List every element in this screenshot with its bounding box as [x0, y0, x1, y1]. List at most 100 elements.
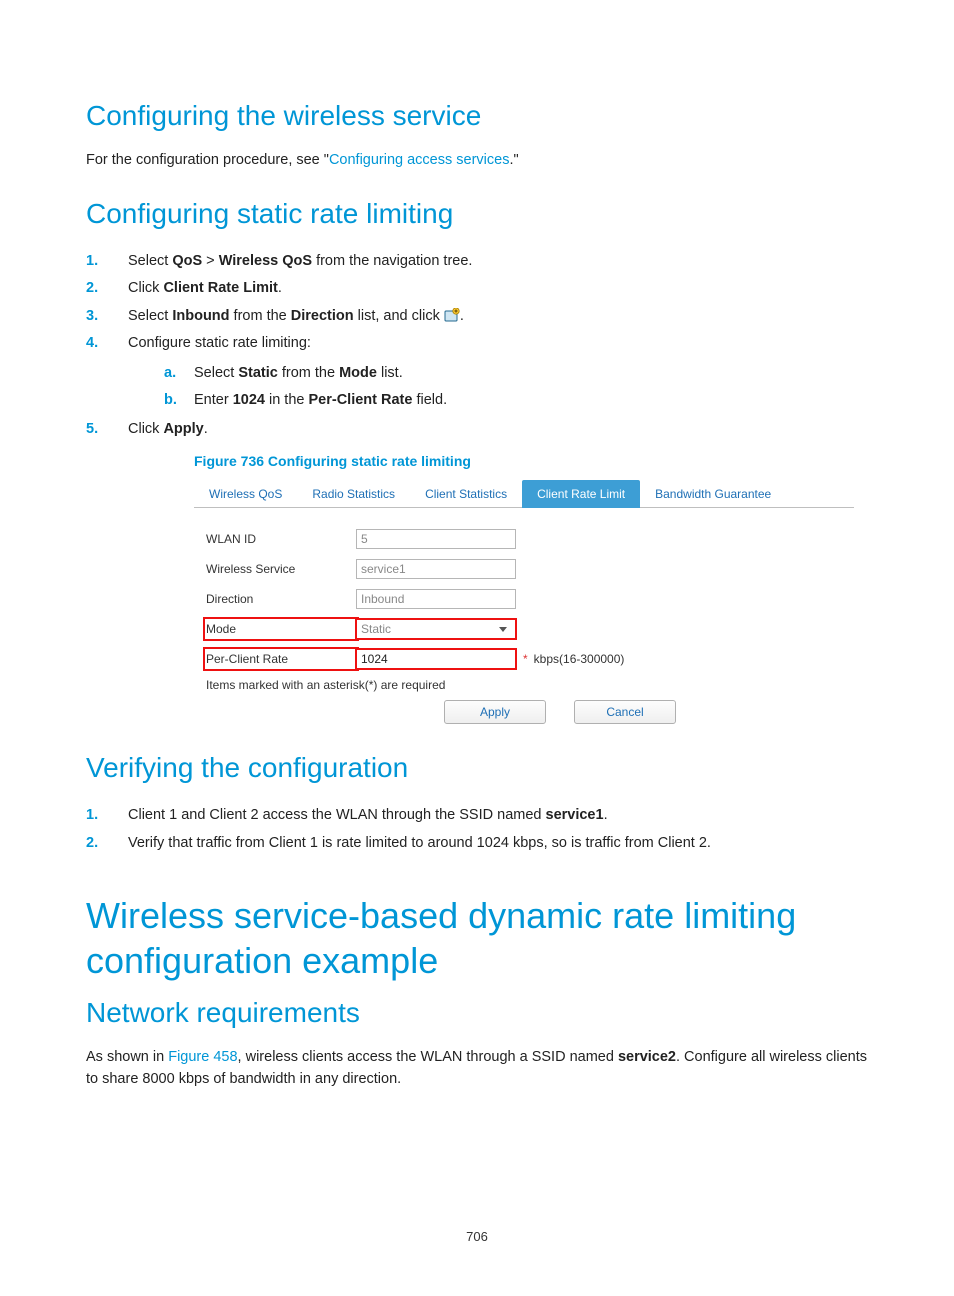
text: Select	[128, 308, 172, 324]
button-row: Apply Cancel	[444, 700, 854, 724]
link-figure-458[interactable]: Figure 458	[168, 1049, 237, 1065]
list-item: 1. Select QoS > Wireless QoS from the na…	[86, 248, 868, 276]
figure-caption: Figure 736 Configuring static rate limit…	[194, 453, 868, 469]
list-marker: 3.	[86, 303, 98, 331]
suffix-rate-range: kbps(16-300000)	[534, 652, 625, 666]
list-marker: 2.	[86, 275, 98, 303]
tab-radio-statistics[interactable]: Radio Statistics	[297, 480, 410, 508]
label-per-client-rate: Per-Client Rate	[206, 650, 356, 668]
text-bold: 1024	[233, 392, 265, 408]
list-marker: a.	[164, 360, 176, 387]
text: ."	[509, 152, 518, 168]
text: Verify that traffic from Client 1 is rat…	[128, 835, 711, 851]
row-wireless-service: Wireless Service	[206, 556, 854, 582]
figure-static-rate-limiting: Wireless QoS Radio Statistics Client Sta…	[194, 479, 854, 724]
list-marker: 4.	[86, 330, 98, 358]
text: list.	[377, 365, 403, 381]
ordered-list: 1. Select QoS > Wireless QoS from the na…	[86, 248, 868, 443]
label-wireless-service: Wireless Service	[206, 562, 356, 576]
text: in the	[265, 392, 309, 408]
chevron-down-icon	[499, 627, 507, 632]
text-bold: QoS	[172, 253, 202, 269]
tab-bandwidth-guarantee[interactable]: Bandwidth Guarantee	[640, 480, 786, 508]
select-mode-value: Static	[361, 622, 391, 636]
text-bold: Per-Client Rate	[308, 392, 412, 408]
input-wlan-id[interactable]	[356, 529, 516, 549]
text: list, and click	[354, 308, 444, 324]
label-wlan-id: WLAN ID	[206, 532, 356, 546]
text: field.	[412, 392, 447, 408]
list-item: 2. Click Client Rate Limit.	[86, 275, 868, 303]
text: .	[204, 421, 208, 437]
label-mode: Mode	[206, 620, 356, 638]
page-number: 706	[0, 1229, 954, 1244]
list-item: 4. Configure static rate limiting: a. Se…	[86, 330, 868, 413]
list-marker: 2.	[86, 830, 98, 858]
link-configuring-access-services[interactable]: Configuring access services	[329, 152, 510, 168]
text-bold: Client Rate Limit	[163, 280, 277, 296]
text: For the configuration procedure, see "	[86, 152, 329, 168]
list-marker: b.	[164, 387, 177, 414]
input-wireless-service[interactable]	[356, 559, 516, 579]
row-mode: Mode Static	[206, 616, 854, 642]
text: from the	[278, 365, 339, 381]
text-bold: service1	[546, 807, 604, 823]
note-required: Items marked with an asterisk(*) are req…	[206, 678, 854, 692]
text: >	[202, 253, 219, 269]
required-marker: *	[523, 652, 528, 666]
list-item: 5. Click Apply.	[86, 416, 868, 444]
row-per-client-rate: Per-Client Rate * kbps(16-300000)	[206, 646, 854, 672]
text: , wireless clients access the WLAN throu…	[238, 1049, 618, 1065]
label-direction: Direction	[206, 592, 356, 606]
text: from the	[230, 308, 291, 324]
tab-wireless-qos[interactable]: Wireless QoS	[194, 480, 297, 508]
tab-client-rate-limit[interactable]: Client Rate Limit	[522, 480, 640, 508]
text: Select	[128, 253, 172, 269]
list-item: b. Enter 1024 in the Per-Client Rate fie…	[164, 387, 868, 414]
list-item: 2. Verify that traffic from Client 1 is …	[86, 830, 868, 858]
cancel-button[interactable]: Cancel	[574, 700, 676, 724]
list-marker: 1.	[86, 248, 98, 276]
text: from the navigation tree.	[312, 253, 472, 269]
text: Enter	[194, 392, 233, 408]
input-per-client-rate[interactable]	[356, 649, 516, 669]
text-bold: Static	[238, 365, 278, 381]
text-bold: Apply	[163, 421, 203, 437]
heading-dynamic-rate-limiting-example: Wireless service-based dynamic rate limi…	[86, 893, 868, 983]
text: .	[278, 280, 282, 296]
heading-configuring-wireless-service: Configuring the wireless service	[86, 100, 868, 132]
add-icon	[444, 305, 460, 319]
list-marker: 5.	[86, 416, 98, 444]
ordered-sublist: a. Select Static from the Mode list. b. …	[164, 360, 868, 414]
list-item: a. Select Static from the Mode list.	[164, 360, 868, 387]
list-marker: 1.	[86, 802, 98, 830]
text: Select	[194, 365, 238, 381]
paragraph: As shown in Figure 458, wireless clients…	[86, 1047, 868, 1091]
text-bold: Mode	[339, 365, 377, 381]
heading-configuring-static-rate-limiting: Configuring static rate limiting	[86, 198, 868, 230]
text-bold: Wireless QoS	[219, 253, 312, 269]
input-direction[interactable]	[356, 589, 516, 609]
select-mode[interactable]: Static	[356, 619, 516, 639]
ordered-list: 1. Client 1 and Client 2 access the WLAN…	[86, 802, 868, 857]
list-item: 1. Client 1 and Client 2 access the WLAN…	[86, 802, 868, 830]
text: .	[460, 308, 464, 324]
form: WLAN ID Wireless Service Direction Mode …	[194, 508, 854, 672]
text: As shown in	[86, 1049, 168, 1065]
text-bold: service2	[618, 1049, 676, 1065]
text-bold: Inbound	[172, 308, 229, 324]
list-item: 3. Select Inbound from the Direction lis…	[86, 303, 868, 331]
heading-network-requirements: Network requirements	[86, 997, 868, 1029]
tab-client-statistics[interactable]: Client Statistics	[410, 480, 522, 508]
heading-verifying-configuration: Verifying the configuration	[86, 752, 868, 784]
paragraph: For the configuration procedure, see "Co…	[86, 150, 868, 172]
row-wlan-id: WLAN ID	[206, 526, 854, 552]
text: Click	[128, 280, 163, 296]
text: .	[604, 807, 608, 823]
text: Client 1 and Client 2 access the WLAN th…	[128, 807, 546, 823]
text: Click	[128, 421, 163, 437]
text-bold: Direction	[291, 308, 354, 324]
apply-button[interactable]: Apply	[444, 700, 546, 724]
row-direction: Direction	[206, 586, 854, 612]
tab-bar: Wireless QoS Radio Statistics Client Sta…	[194, 479, 854, 508]
